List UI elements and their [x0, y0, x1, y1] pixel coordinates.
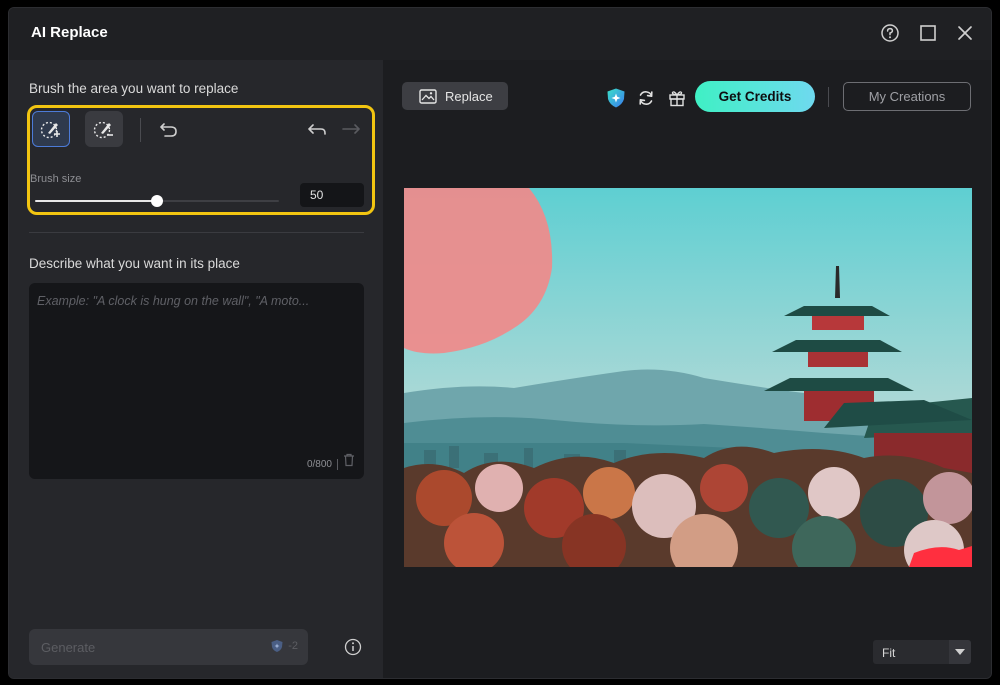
- prompt-placeholder: Example: "A clock is hung on the wall", …: [37, 294, 310, 308]
- counter-divider: [337, 459, 338, 470]
- settings-panel: Brush the area you want to replace Brush…: [9, 60, 383, 678]
- brush-erase-icon: [93, 121, 113, 139]
- get-credits-button[interactable]: Get Credits: [695, 81, 815, 112]
- brush-size-slider[interactable]: [35, 195, 279, 207]
- brush-size-input[interactable]: 50: [300, 183, 364, 207]
- credits-shield-icon: [271, 640, 283, 652]
- close-icon[interactable]: [954, 22, 976, 44]
- generate-cost: -2: [270, 639, 298, 653]
- undo-icon[interactable]: [305, 118, 329, 142]
- pagoda-landscape-photo: [404, 188, 972, 567]
- brush-add-icon: [40, 121, 60, 139]
- brush-erase-tool[interactable]: [85, 111, 123, 147]
- generate-label: Generate: [41, 640, 96, 655]
- generate-cost-value: -2: [288, 640, 298, 652]
- reset-icon[interactable]: [157, 118, 181, 142]
- trash-icon[interactable]: [343, 453, 355, 472]
- canvas-panel: Replace Get Credits My Creations Fit: [383, 60, 991, 678]
- gift-icon[interactable]: [667, 88, 687, 108]
- ai-replace-window: AI Replace Brush the area you want to re…: [8, 7, 992, 679]
- info-icon[interactable]: [344, 638, 362, 661]
- refresh-icon[interactable]: [636, 88, 656, 108]
- replace-image-icon: [419, 88, 437, 104]
- brush-size-slider-thumb[interactable]: [151, 195, 163, 207]
- zoom-select-value: Fit: [882, 646, 896, 660]
- char-counter: 0/800: [306, 459, 332, 470]
- replace-mode-button[interactable]: Replace: [402, 82, 508, 110]
- brush-size-slider-fill: [35, 200, 157, 202]
- replace-label: Replace: [445, 88, 493, 104]
- generate-button[interactable]: Generate -2: [29, 629, 308, 665]
- zoom-select[interactable]: Fit: [873, 640, 971, 664]
- brush-size-label: Brush size: [30, 173, 82, 185]
- title-bar: AI Replace: [9, 8, 991, 60]
- chevron-down-icon[interactable]: [949, 640, 971, 664]
- section-divider: [29, 232, 364, 233]
- brush-heading: Brush the area you want to replace: [29, 81, 239, 96]
- tool-divider: [140, 118, 141, 142]
- credits-shield-icon[interactable]: [605, 87, 627, 109]
- brush-add-tool[interactable]: [32, 111, 70, 147]
- canvas-image[interactable]: [404, 188, 972, 567]
- help-icon[interactable]: [879, 22, 901, 44]
- redo-icon[interactable]: [339, 118, 363, 142]
- describe-heading: Describe what you want in its place: [29, 256, 240, 271]
- my-creations-button[interactable]: My Creations: [843, 82, 971, 111]
- toolbar-divider: [828, 87, 829, 107]
- maximize-icon[interactable]: [917, 22, 939, 44]
- prompt-textarea[interactable]: Example: "A clock is hung on the wall", …: [29, 283, 364, 479]
- window-title: AI Replace: [31, 24, 108, 41]
